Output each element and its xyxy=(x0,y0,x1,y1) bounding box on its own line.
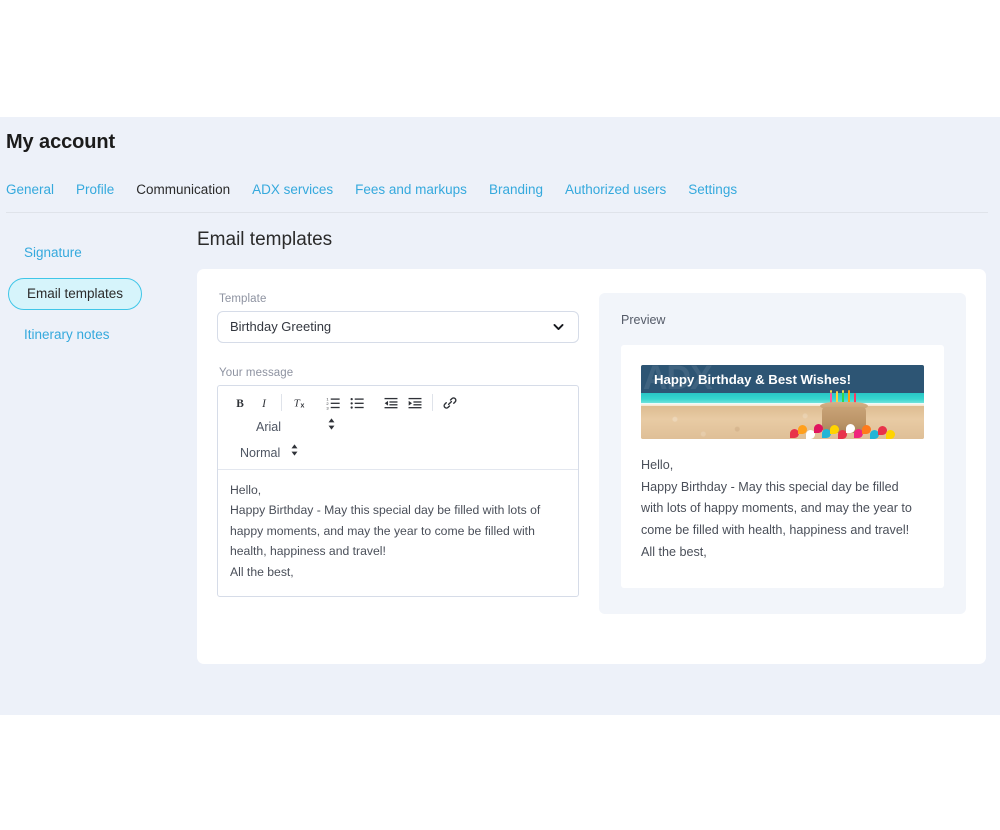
flower-lei xyxy=(788,422,900,439)
page-body: Signature Email templates Itinerary note… xyxy=(0,229,1000,664)
tab-communication[interactable]: Communication xyxy=(136,176,244,204)
svg-text:B: B xyxy=(236,398,244,410)
sidebar-item-email-templates[interactable]: Email templates xyxy=(8,278,143,311)
tab-branding[interactable]: Branding xyxy=(489,176,557,204)
template-field-label: Template xyxy=(219,292,267,305)
ordered-list-icon[interactable]: 1 2 3 xyxy=(321,392,345,414)
font-family-value: Arial xyxy=(256,419,282,434)
message-editor-body[interactable]: Hello, Happy Birthday - May this special… xyxy=(218,470,578,597)
preview-line-1: Hello, xyxy=(641,457,674,472)
tab-general[interactable]: General xyxy=(6,176,68,204)
rich-text-editor: B I T x 1 2 3 Arial Normal Hello, Happy … xyxy=(217,384,579,598)
editor-line-3: All the best, xyxy=(230,564,294,579)
my-account-page: My account General Profile Communication… xyxy=(0,117,1000,715)
preview-card: ADX Happy Birthday & Best Wishes! Hello,… xyxy=(621,344,944,588)
tabbar-divider xyxy=(6,212,988,213)
toolbar-divider-2 xyxy=(432,394,433,412)
sidebar-item-itinerary-notes[interactable]: Itinerary notes xyxy=(8,320,126,350)
message-field-label: Your message xyxy=(219,366,294,379)
preview-line-2: Happy Birthday - May this special day be… xyxy=(641,479,912,538)
preview-column: Preview ADX Happy Birthday & Best Wishes… xyxy=(599,292,966,636)
template-select[interactable]: Birthday Greeting xyxy=(217,310,579,343)
template-select-value: Birthday Greeting xyxy=(230,319,332,335)
preview-panel: Preview ADX Happy Birthday & Best Wishes… xyxy=(599,292,966,614)
stepper-updown-icon-2 xyxy=(290,443,299,462)
link-icon[interactable] xyxy=(438,392,462,414)
font-size-value: Normal xyxy=(240,445,281,460)
tab-profile[interactable]: Profile xyxy=(76,176,128,204)
tab-adx-services[interactable]: ADX services xyxy=(252,176,347,204)
editor-line-1: Hello, xyxy=(230,482,262,497)
bullet-list-icon[interactable] xyxy=(345,392,369,414)
indent-icon[interactable] xyxy=(403,392,427,414)
account-tabbar: General Profile Communication ADX servic… xyxy=(0,176,1000,213)
preview-body-text: Hello, Happy Birthday - May this special… xyxy=(641,455,924,564)
sidebar-item-signature[interactable]: Signature xyxy=(8,238,98,268)
editor-toolbar: B I T x 1 2 3 Arial Normal xyxy=(218,386,578,470)
clear-format-icon[interactable]: T x xyxy=(287,392,311,414)
banner-title: Happy Birthday & Best Wishes! xyxy=(654,371,852,387)
sidebar: Signature Email templates Itinerary note… xyxy=(0,230,197,664)
main-content: Email templates Template Birthday Greeti… xyxy=(197,229,1000,664)
preview-line-3: All the best, xyxy=(641,545,707,560)
font-size-picker[interactable]: Normal xyxy=(240,442,299,464)
tab-authorized-users[interactable]: Authorized users xyxy=(565,176,680,204)
preview-label: Preview xyxy=(621,312,666,327)
section-title: Email templates xyxy=(197,229,333,250)
svg-text:I: I xyxy=(261,398,267,410)
petal-13 xyxy=(886,429,895,439)
toolbar-divider-1 xyxy=(281,394,282,412)
tab-settings[interactable]: Settings xyxy=(688,176,751,204)
flame-2 xyxy=(842,389,844,393)
page-title: My account xyxy=(6,131,116,153)
editor-column: Template Birthday Greeting Your message … xyxy=(217,293,579,636)
birthday-banner-image: ADX Happy Birthday & Best Wishes! xyxy=(641,364,924,439)
outdent-icon[interactable] xyxy=(379,392,403,414)
font-family-picker[interactable]: Arial xyxy=(256,416,336,438)
svg-text:3: 3 xyxy=(326,405,329,410)
italic-icon[interactable]: I xyxy=(252,392,276,414)
email-templates-card: Template Birthday Greeting Your message … xyxy=(197,268,986,664)
tab-fees-and-markups[interactable]: Fees and markups xyxy=(355,176,481,204)
editor-line-2: Happy Birthday - May this special day be… xyxy=(230,503,541,559)
flame-1 xyxy=(830,389,832,393)
bold-icon[interactable]: B xyxy=(228,392,252,414)
chevron-down-icon xyxy=(552,320,565,333)
svg-text:x: x xyxy=(301,403,305,410)
stepper-updown-icon xyxy=(327,417,336,436)
